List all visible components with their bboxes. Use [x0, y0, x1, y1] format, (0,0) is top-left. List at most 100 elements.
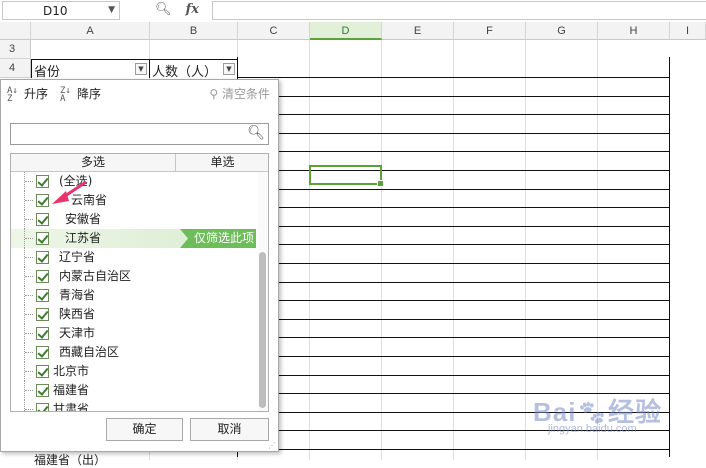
tree-connector: [24, 191, 35, 210]
list-item[interactable]: 陕西省: [11, 305, 256, 324]
checkbox[interactable]: [36, 365, 49, 378]
chevron-down-icon[interactable]: ▼: [108, 5, 115, 15]
table-row-border: [238, 151, 670, 152]
checkbox[interactable]: [36, 251, 49, 264]
sort-descending-button[interactable]: Z↓ A 降序: [60, 85, 101, 103]
sort-bar: A↓ Z 升序 Z↓ A 降序 ⚲ 清空条件: [1, 80, 278, 108]
ok-button[interactable]: 确定: [106, 418, 183, 441]
column-header-c[interactable]: C: [238, 22, 310, 40]
column-header-b[interactable]: B: [150, 22, 238, 40]
tree-connector: [24, 210, 35, 229]
list-item-label: 甘肃省: [53, 402, 90, 412]
column-header-d[interactable]: D: [310, 22, 382, 40]
list-item[interactable]: 江苏省 仅筛选此项: [11, 229, 256, 248]
sort-descending-icon: Z↓ A: [60, 85, 71, 104]
clear-conditions-label: 清空条件: [221, 87, 270, 101]
list-item[interactable]: 内蒙古自治区: [11, 267, 256, 286]
list-item[interactable]: 青海省: [11, 286, 256, 305]
cell-reference: D10: [43, 4, 68, 18]
list-item[interactable]: 甘肃省: [11, 400, 256, 412]
tab-multi-select[interactable]: 多选: [11, 154, 175, 171]
tab-single-select[interactable]: 单选: [175, 154, 268, 171]
table-row-border: [238, 449, 670, 450]
list-item[interactable]: 辽宁省: [11, 248, 256, 267]
fx-icon[interactable]: fx: [186, 2, 199, 17]
table-row-border: [238, 96, 670, 97]
formula-icons: 🔍︎ fx: [155, 2, 199, 17]
search-icon[interactable]: 🔍︎: [247, 125, 265, 141]
tree-connector: [24, 324, 35, 343]
only-filter-this-button[interactable]: 仅筛选此项: [180, 229, 256, 248]
table-row-border: [238, 133, 670, 134]
checkbox[interactable]: [36, 308, 49, 321]
list-item-label: 江苏省: [65, 231, 102, 245]
table-row-border: [238, 300, 670, 301]
name-box[interactable]: D10 ▼: [2, 1, 120, 20]
column-header-g[interactable]: G: [526, 22, 598, 40]
list-item[interactable]: 西藏自治区: [11, 343, 256, 362]
list-scrollbar[interactable]: [258, 172, 268, 411]
list-item-label: 辽宁省: [59, 250, 96, 264]
tree-connector: [24, 229, 35, 248]
cell-a4-text: 省份: [34, 65, 61, 80]
column-header-a[interactable]: A: [31, 22, 150, 40]
list-item-label: 安徽省: [65, 212, 102, 226]
sort-ascending-button[interactable]: A↓ Z 升序: [7, 85, 48, 103]
sort-ascending-label: 升序: [24, 87, 49, 101]
formula-bar: D10 ▼ 🔍︎ fx: [0, 0, 706, 23]
search-zoom-icon[interactable]: 🔍︎: [155, 2, 172, 17]
checkbox[interactable]: [36, 270, 49, 283]
checkbox[interactable]: [36, 346, 49, 359]
tree-connector: [24, 343, 35, 362]
cancel-button[interactable]: 取消: [190, 418, 269, 441]
select-all-corner[interactable]: [0, 22, 31, 40]
sort-descending-label: 降序: [77, 87, 102, 101]
table-row-border: [238, 337, 670, 338]
checkbox[interactable]: [36, 327, 49, 340]
selected-cell-d10[interactable]: [309, 165, 384, 187]
tree-connector: [24, 267, 35, 286]
column-header-h[interactable]: H: [598, 22, 670, 40]
checkbox[interactable]: [36, 384, 49, 397]
table-row-border: [238, 263, 670, 264]
list-item[interactable]: 天津市: [11, 324, 256, 343]
checkbox[interactable]: [36, 232, 49, 245]
tree-connector: [24, 305, 35, 324]
cell-b4-text: 人数（人）: [152, 65, 218, 80]
table-row-border: [238, 189, 670, 190]
watermark-url: jingyan.baidu.com: [548, 423, 637, 435]
table-row-border: [238, 207, 670, 208]
scrollbar-thumb[interactable]: [259, 252, 266, 408]
list-item[interactable]: 福建省: [11, 381, 256, 400]
list-item[interactable]: 安徽省: [11, 210, 256, 229]
list-item-label: 天津市: [59, 326, 96, 340]
list-item-label: 福建省: [53, 383, 90, 397]
row-header-4[interactable]: 4: [0, 59, 31, 78]
column-header-f[interactable]: F: [454, 22, 526, 40]
column-header-e[interactable]: E: [382, 22, 454, 40]
clear-conditions-button[interactable]: ⚲ 清空条件: [209, 85, 270, 102]
cell-b4[interactable]: 人数（人） ▼: [150, 59, 238, 80]
formula-input[interactable]: [212, 1, 706, 20]
table-row-border: [238, 282, 670, 283]
filter-panel: A↓ Z 升序 Z↓ A 降序 ⚲ 清空条件 🔍︎ 多选 单选 (全选) 云南省 安徽省 江苏…: [0, 79, 279, 452]
checkbox[interactable]: [36, 289, 49, 302]
table-row-border: [238, 226, 670, 227]
filter-dropdown-a-icon[interactable]: ▼: [135, 63, 147, 75]
cell-a4[interactable]: 省份 ▼: [31, 59, 150, 80]
list-item[interactable]: 北京市: [11, 362, 256, 381]
search-input[interactable]: 🔍︎: [10, 123, 269, 145]
list-item-label: 陕西省: [59, 307, 96, 321]
funnel-icon: ⚲: [209, 87, 219, 101]
column-header-i[interactable]: I: [670, 22, 706, 40]
resize-grip-icon[interactable]: ⋰: [268, 441, 276, 450]
table-row-border: [238, 375, 670, 376]
checkbox[interactable]: [36, 403, 49, 411]
filter-dropdown-b-icon[interactable]: ▼: [223, 63, 235, 75]
checkbox[interactable]: [36, 213, 49, 226]
annotation-arrow-icon: [52, 180, 87, 204]
tree-connector: [24, 381, 35, 400]
tree-connector: [24, 286, 35, 305]
list-item-label: 青海省: [59, 288, 96, 302]
row-header-3[interactable]: 3: [0, 40, 31, 59]
